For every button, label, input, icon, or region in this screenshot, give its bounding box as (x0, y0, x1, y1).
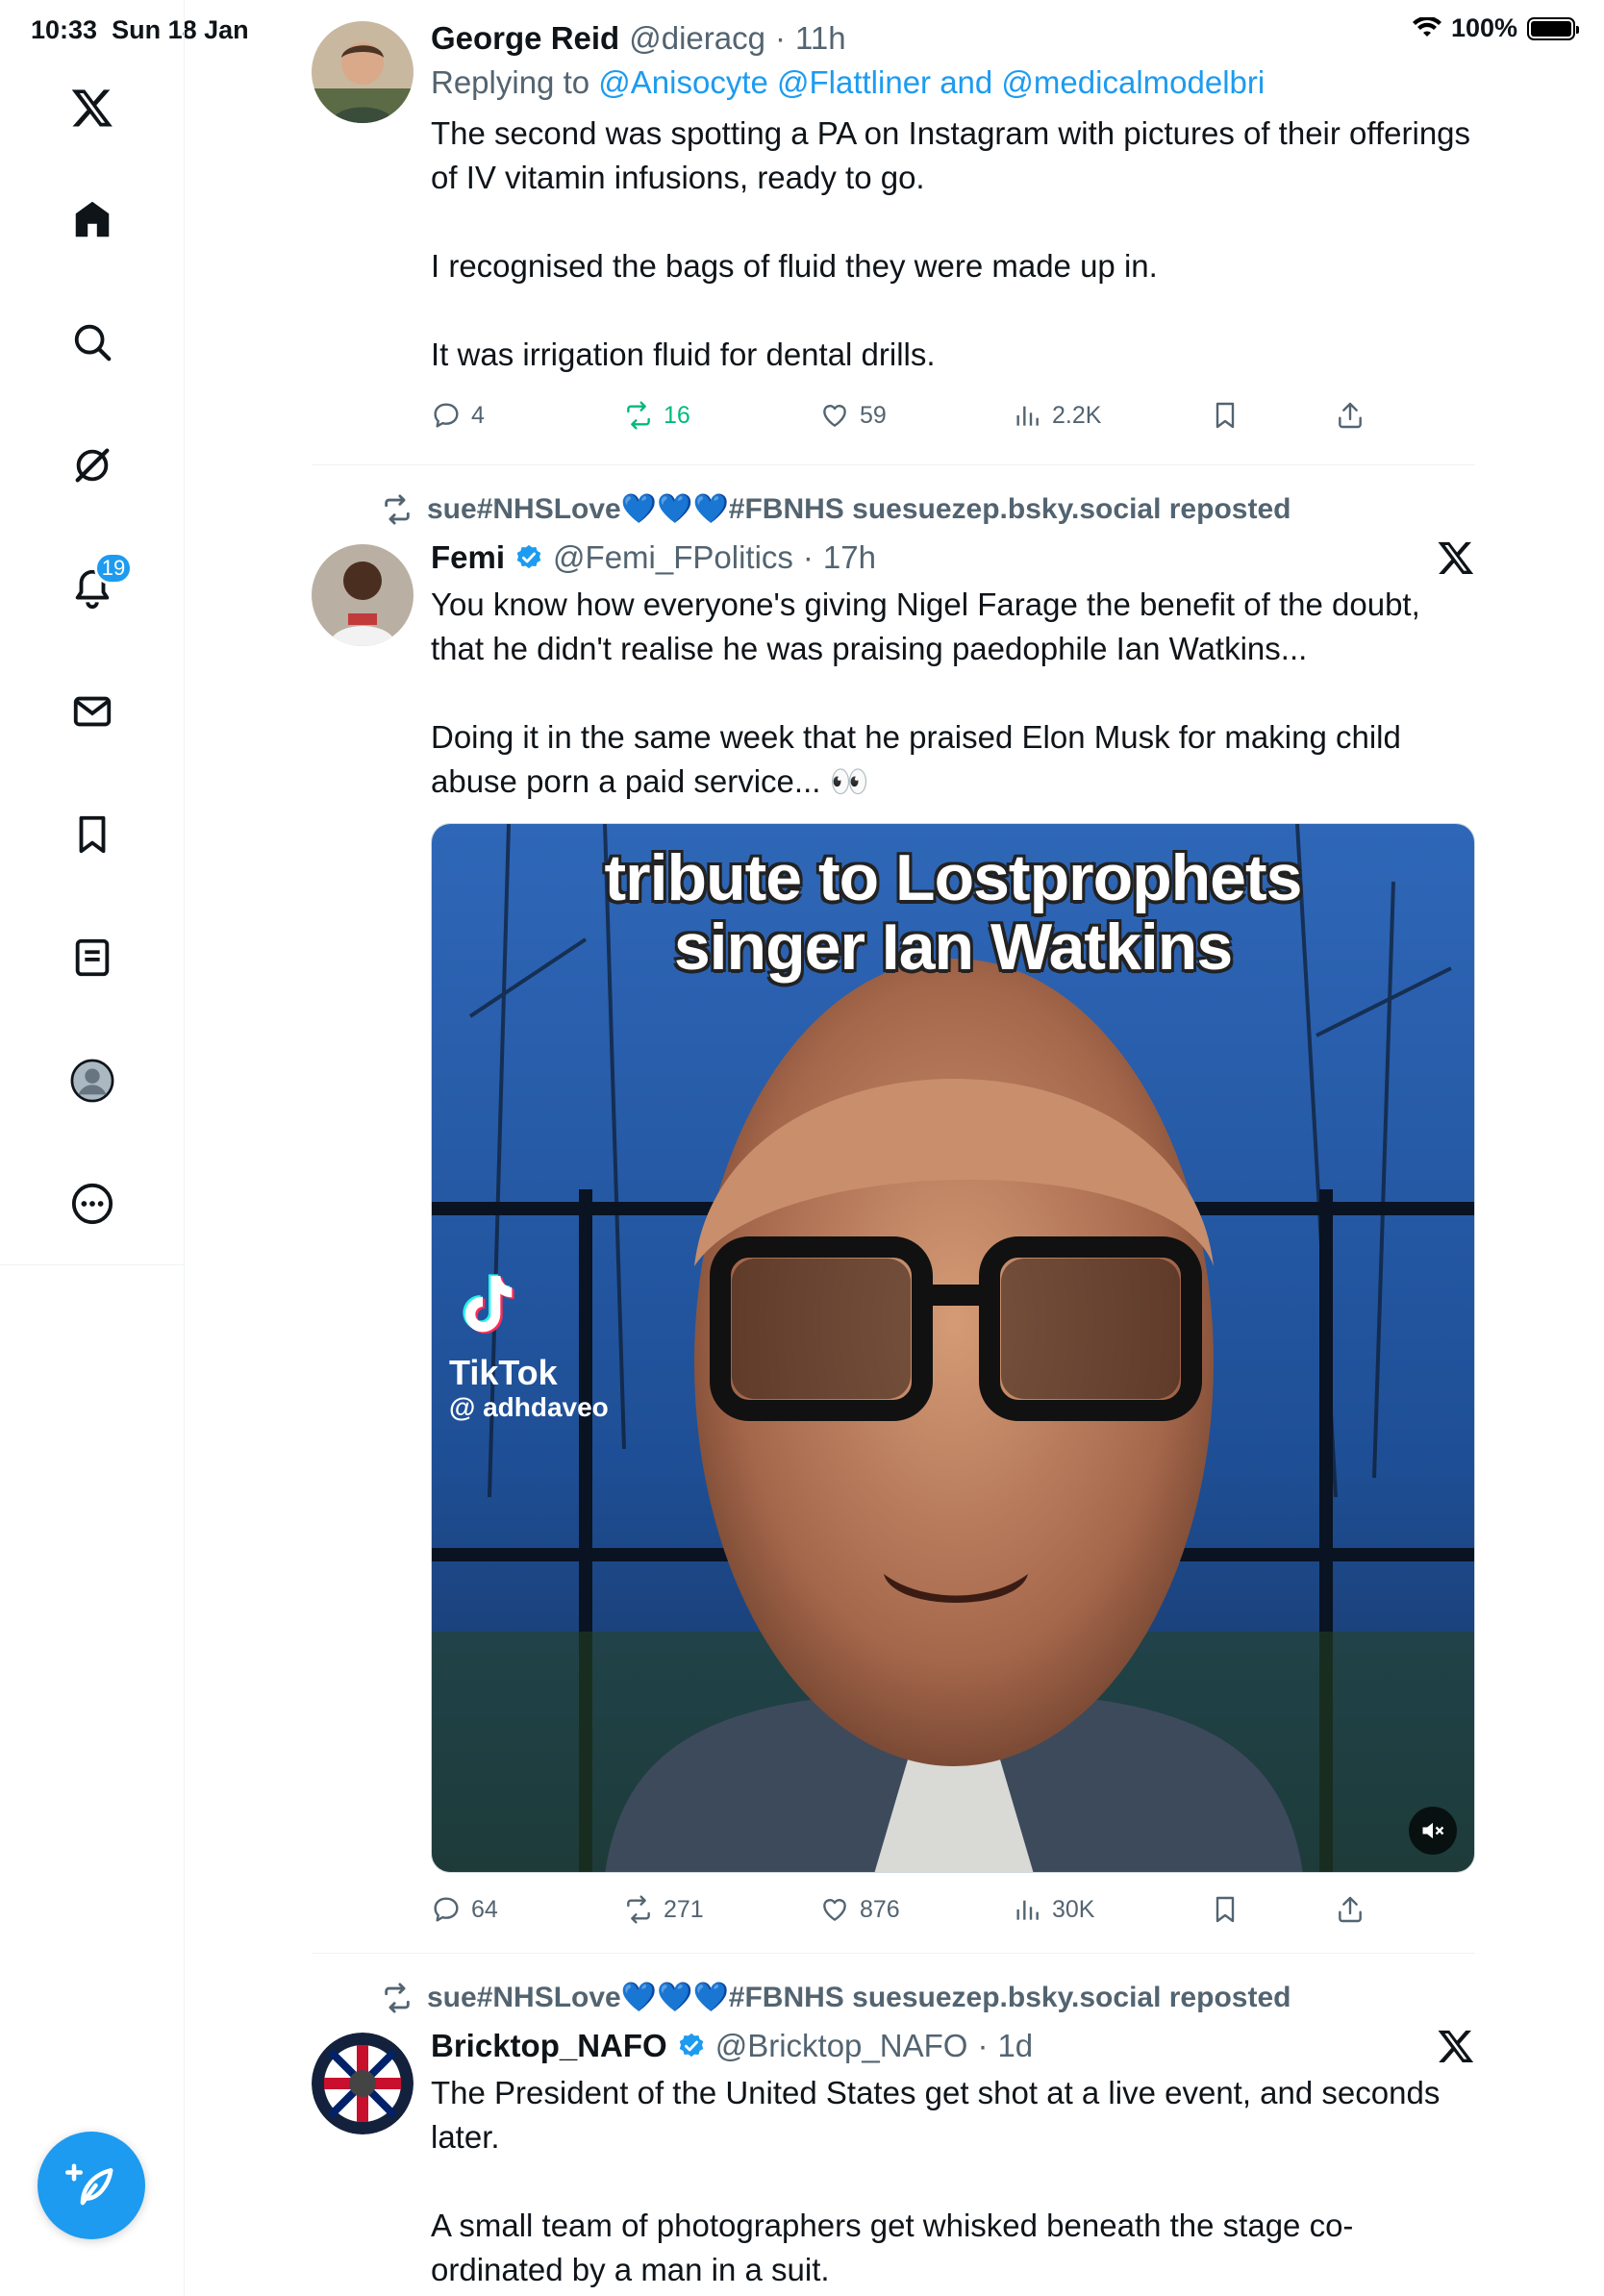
timestamp[interactable]: 11h (795, 19, 846, 58)
avatar[interactable] (312, 2033, 414, 2134)
sidebar-nav: 19 (0, 0, 185, 1265)
repost-icon (385, 493, 410, 525)
bookmark-icon (1216, 402, 1235, 429)
reposted-by-line[interactable]: sue#NHSLove💙💙💙#FBNHS suesuezep.bsky.soci… (381, 492, 1291, 526)
display-name[interactable]: Femi (431, 538, 505, 577)
tiktok-logo-icon (463, 1274, 514, 1334)
tweet-text: You know how everyone's giving Nigel Far… (431, 586, 1420, 799)
timestamp[interactable]: 1d (997, 2027, 1033, 2065)
avatar[interactable] (312, 544, 414, 646)
share-icon (1339, 402, 1362, 429)
reply-button[interactable]: 4 (431, 400, 485, 431)
display-name[interactable]: George Reid (431, 19, 619, 58)
tiktok-brand: TikTok (449, 1353, 558, 1392)
sidebar-item-lists[interactable] (54, 919, 131, 996)
mute-button[interactable] (1409, 1807, 1457, 1855)
sidebar-item-home[interactable] (54, 181, 131, 258)
bookmark-button[interactable] (1210, 400, 1241, 431)
grok-icon (75, 448, 110, 483)
video-player[interactable]: tribute to Lostprophets singer Ian Watki… (431, 823, 1475, 1873)
notifications-badge: 19 (94, 552, 133, 585)
muted-speaker-icon (1422, 1822, 1444, 1839)
share-button[interactable] (1335, 400, 1366, 431)
verified-badge-icon (516, 544, 541, 569)
tiktok-watermark: TikTok @ adhdaveo (449, 1266, 609, 1423)
sidebar-item-messages[interactable] (54, 673, 131, 750)
share-icon (1339, 1896, 1362, 1923)
repost-button[interactable]: 16 (623, 400, 690, 431)
tweet-header: Bricktop_NAFO @Bricktop_NAFO · 1d (431, 2027, 1034, 2065)
x-logo-icon[interactable] (1437, 2027, 1475, 2065)
x-logo-icon[interactable] (54, 69, 131, 146)
sidebar-item-profile[interactable] (54, 1042, 131, 1119)
home-icon (75, 201, 110, 237)
reply-mentions[interactable]: @Anisocyte @Flattliner and @medicalmodel… (598, 64, 1265, 100)
sidebar-item-more[interactable] (54, 1165, 131, 1242)
user-handle[interactable]: @Bricktop_NAFO (715, 2027, 968, 2065)
verified-badge-icon (679, 2033, 703, 2058)
x-logo-icon[interactable] (1437, 538, 1475, 577)
messages-icon (73, 696, 112, 727)
lists-icon (75, 938, 110, 977)
video-caption-line2: singer Ian Watkins (673, 911, 1233, 984)
bookmarks-icon (79, 815, 106, 854)
heart-icon (823, 405, 846, 427)
views-button[interactable]: 2.2K (1012, 400, 1101, 431)
timestamp[interactable]: 17h (823, 538, 876, 577)
profile-icon (70, 1059, 114, 1103)
avatar[interactable] (312, 21, 414, 123)
repost-icon (385, 1982, 410, 2013)
reply-icon (434, 403, 459, 428)
more-icon (71, 1183, 113, 1225)
tweet-text: The second was spotting a PA on Instagra… (431, 115, 1471, 372)
heart-icon (823, 1899, 846, 1921)
sidebar-item-bookmarks[interactable] (54, 796, 131, 873)
tweet-header: Femi @Femi_FPolitics · 17h (431, 538, 876, 577)
tiktok-username: @ adhdaveo (449, 1392, 609, 1422)
tweet-header: George Reid @dieracg · 11h (431, 19, 846, 58)
reply-button[interactable]: 64 (431, 1894, 498, 1925)
reposted-by-line[interactable]: sue#NHSLove💙💙💙#FBNHS suesuezep.bsky.soci… (381, 1981, 1291, 2014)
sidebar-item-search[interactable] (54, 304, 131, 381)
like-button[interactable]: 59 (819, 400, 887, 431)
views-icon (1016, 1900, 1039, 1920)
display-name[interactable]: Bricktop_NAFO (431, 2027, 667, 2065)
tweet-text: The President of the United States get s… (431, 2075, 1441, 2287)
views-button[interactable]: 30K (1012, 1894, 1094, 1925)
repost-icon (627, 1895, 650, 1924)
battery-icon (1527, 16, 1579, 40)
tweet-divider (312, 464, 1475, 465)
sidebar-item-notifications[interactable]: 19 (54, 550, 133, 627)
user-handle[interactable]: @dieracg (629, 19, 765, 58)
compose-post-button[interactable] (38, 2132, 145, 2239)
x-app-screen: 10:33 Sun 18 Jan 100% 19 George Reid @di… (0, 0, 1604, 2296)
repost-icon (627, 401, 650, 430)
compose-feather-icon (65, 2163, 113, 2206)
share-button[interactable] (1335, 1894, 1366, 1925)
search-icon (74, 324, 112, 362)
bookmark-icon (1216, 1896, 1235, 1923)
views-icon (1016, 406, 1039, 426)
replying-to: Replying to @Anisocyte @Flattliner and @… (431, 64, 1266, 100)
reply-icon (434, 1897, 459, 1922)
like-button[interactable]: 876 (819, 1894, 900, 1925)
repost-button[interactable]: 271 (623, 1894, 704, 1925)
bookmark-button[interactable] (1210, 1894, 1241, 1925)
tweet-divider (312, 1953, 1475, 1954)
sidebar-item-grok[interactable] (54, 427, 131, 504)
user-handle[interactable]: @Femi_FPolitics (553, 538, 793, 577)
